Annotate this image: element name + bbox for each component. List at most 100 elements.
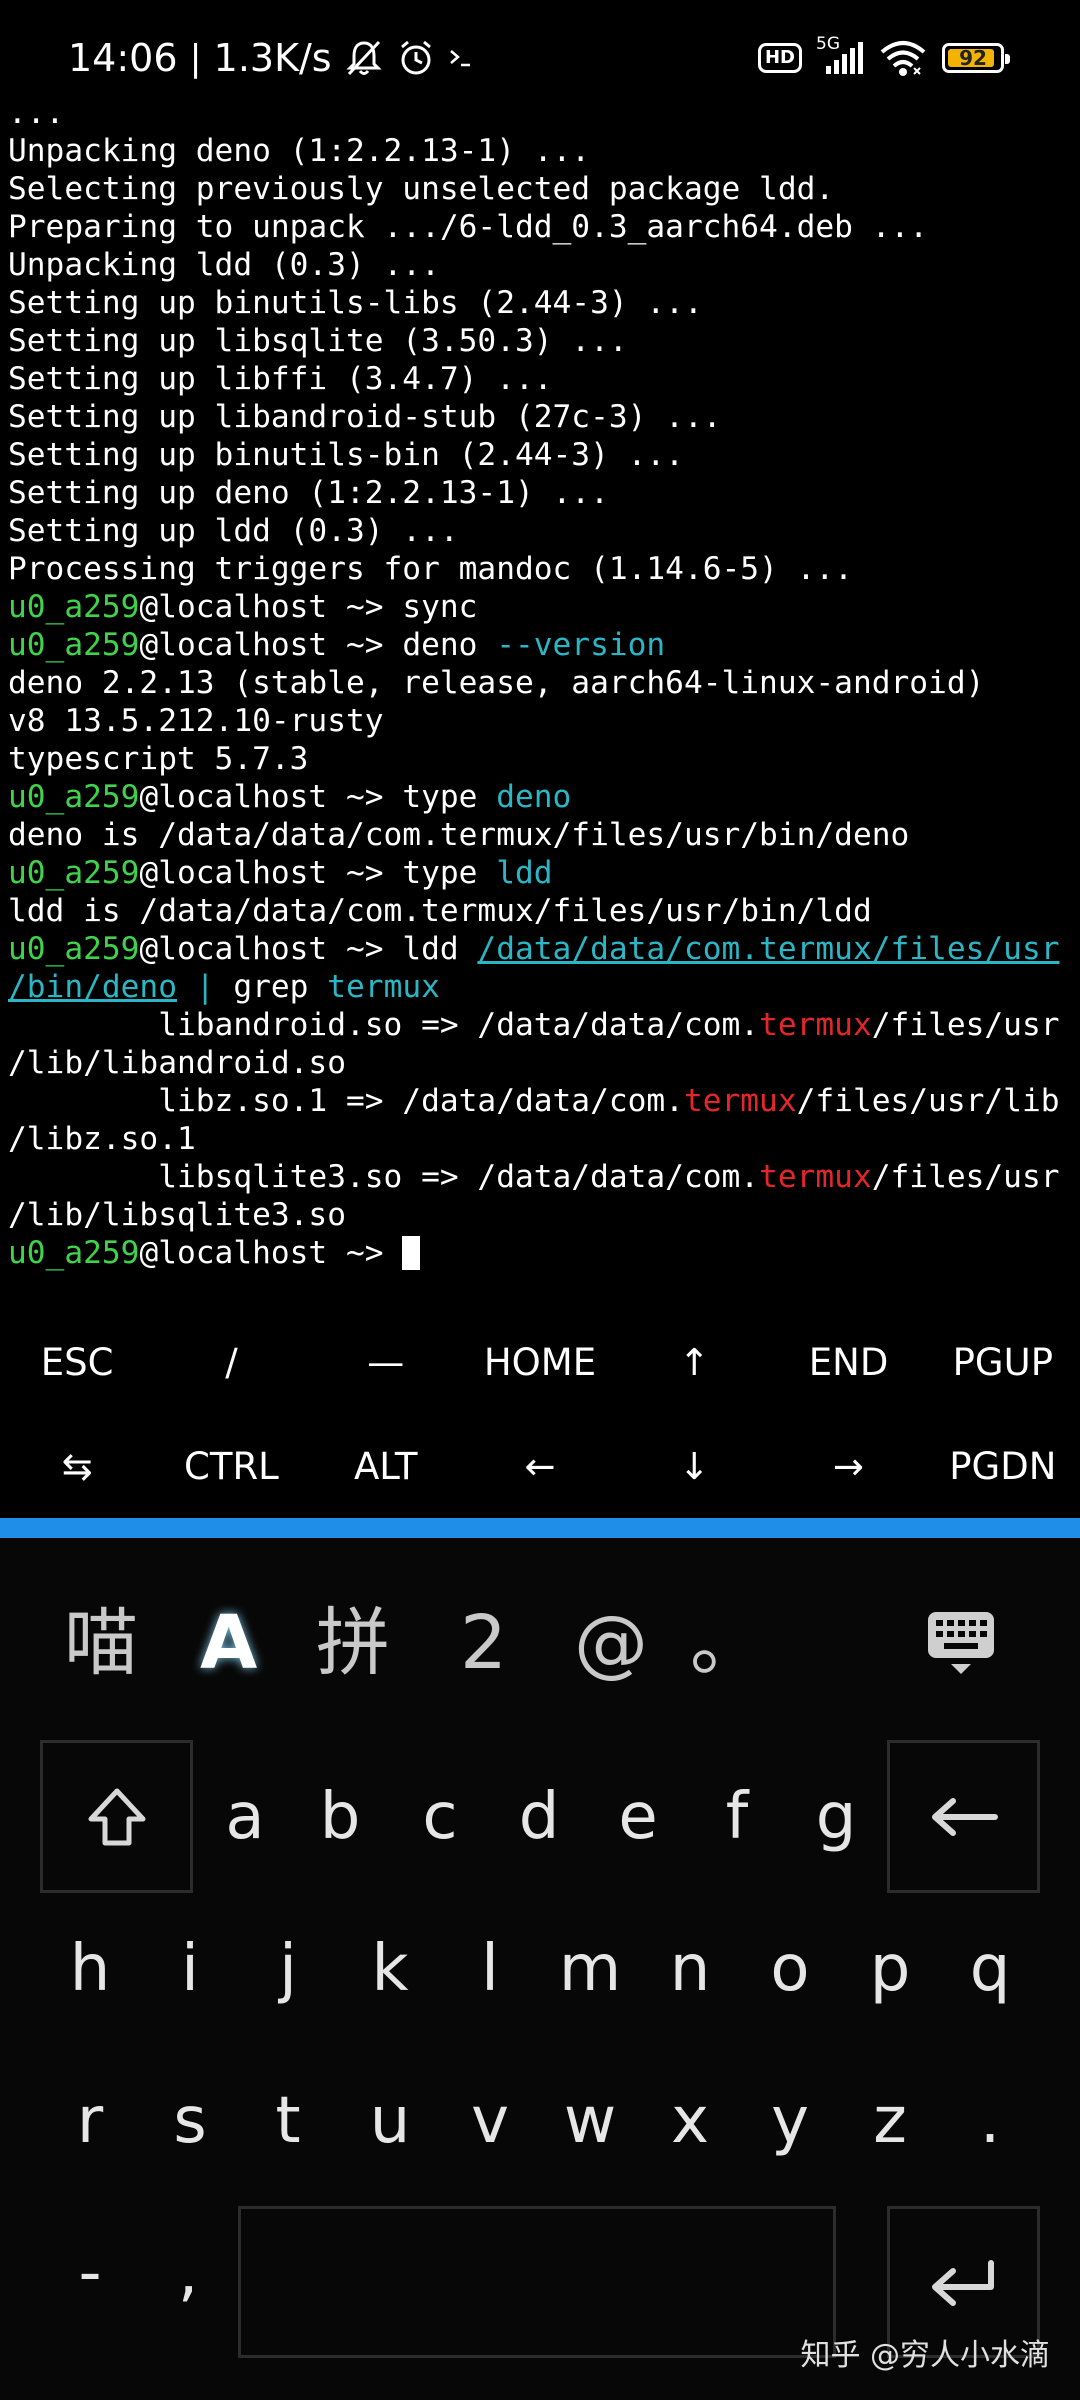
terminal-prompt-line: u0_a259@localhost ~> type deno — [8, 779, 572, 815]
terminal-line: /libz.so.1 — [8, 1121, 196, 1157]
terminal-line: Preparing to unpack .../6-ldd_0.3_aarch6… — [8, 209, 929, 245]
prompt-user: u0_a259 — [8, 1235, 140, 1271]
key-h[interactable]: h — [50, 1894, 130, 2044]
down-arrow-key[interactable]: ↓ — [617, 1414, 771, 1518]
terminal-line: /lib/libsqlite3.so — [8, 1197, 346, 1233]
key-z[interactable]: z — [850, 2046, 930, 2196]
key-f[interactable]: f — [697, 1740, 777, 1893]
ime-mode-meow[interactable]: 喵 — [64, 1598, 138, 1688]
key-r[interactable]: r — [50, 2046, 130, 2196]
keyboard-divider — [0, 1518, 1080, 1538]
space-key[interactable] — [238, 2206, 836, 2358]
left-arrow-key[interactable]: ← — [463, 1414, 617, 1518]
up-arrow-key[interactable]: ↑ — [617, 1310, 771, 1414]
key-e[interactable]: e — [598, 1740, 678, 1893]
prompt-user: u0_a259 — [8, 779, 140, 815]
slash-key[interactable]: / — [154, 1310, 308, 1414]
keyboard-hide-icon[interactable] — [926, 1610, 996, 1680]
key-v[interactable]: v — [450, 2046, 530, 2196]
key-j[interactable]: j — [248, 1894, 328, 2044]
key-hyphen[interactable]: - — [50, 2198, 130, 2348]
ime-mode-punct[interactable]: 。 — [690, 1598, 764, 1688]
net-speed: 1.3K/s — [213, 36, 332, 80]
backspace-icon — [931, 1797, 998, 1836]
home-key[interactable]: HOME — [463, 1310, 617, 1414]
prompt-user: u0_a259 — [8, 589, 140, 625]
prompt-host: @localhost ~> — [139, 1235, 403, 1271]
prompt-user: u0_a259 — [8, 931, 140, 967]
terminal-line: libz.so.1 => /data/data/com.termux/files… — [8, 1083, 1060, 1119]
wifi-icon — [880, 41, 926, 76]
end-key[interactable]: END — [771, 1310, 925, 1414]
key-w[interactable]: w — [550, 2046, 630, 2196]
watermark: 知乎 @穷人小水滴 — [800, 2338, 1050, 2373]
battery-icon: 92 — [942, 43, 1010, 73]
battery-level: 92 — [959, 46, 987, 70]
key-g[interactable]: g — [796, 1740, 876, 1893]
key-l[interactable]: l — [450, 1894, 530, 2044]
pgdn-key[interactable]: PGDN — [926, 1414, 1080, 1518]
key-i[interactable]: i — [150, 1894, 230, 2044]
terminal-line: Setting up deno (1:2.2.13-1) ... — [8, 475, 609, 511]
key-o[interactable]: o — [750, 1894, 830, 2044]
terminal-prompt-line: u0_a259@localhost ~> ldd /data/data/com.… — [8, 931, 1060, 967]
key-x[interactable]: x — [650, 2046, 730, 2196]
key-b[interactable]: b — [300, 1740, 380, 1893]
key-d[interactable]: d — [499, 1740, 579, 1893]
key-a[interactable]: a — [205, 1740, 285, 1893]
right-arrow-key[interactable]: → — [771, 1414, 925, 1518]
hd-badge: HD — [757, 43, 802, 73]
terminal-prompt-line: u0_a259@localhost ~> — [8, 1234, 1080, 1272]
alt-key[interactable]: ALT — [309, 1414, 463, 1518]
backspace-key[interactable] — [887, 1740, 1040, 1893]
clock: 14:06 — [68, 36, 178, 80]
key-period[interactable]: . — [950, 2046, 1030, 2196]
path-link[interactable]: /data/data/com.termux/files/usr — [477, 931, 1059, 967]
key-m[interactable]: m — [550, 1894, 630, 2044]
prompt-host: @localhost ~> — [139, 931, 403, 967]
key-n[interactable]: n — [650, 1894, 730, 2044]
terminal-line: /lib/libandroid.so — [8, 1045, 346, 1081]
pgup-key[interactable]: PGUP — [926, 1310, 1080, 1414]
shift-arrow-icon — [88, 1788, 145, 1845]
key-p[interactable]: p — [850, 1894, 930, 2044]
tab-key[interactable]: ⇆ — [0, 1414, 154, 1518]
key-t[interactable]: t — [248, 2046, 328, 2196]
terminal-line: Processing triggers for mandoc (1.14.6-5… — [8, 551, 853, 587]
ime-mode-english[interactable]: A — [200, 1598, 257, 1688]
esc-key[interactable]: ESC — [0, 1310, 154, 1414]
terminal-line: libsqlite3.so => /data/data/com.termux/f… — [8, 1159, 1060, 1195]
ime-mode-number[interactable]: 2 — [460, 1598, 507, 1688]
key-u[interactable]: u — [350, 2046, 430, 2196]
terminal-prompt-line: u0_a259@localhost ~> sync — [8, 589, 478, 625]
terminal-line: libandroid.so => /data/data/com.termux/f… — [8, 1007, 1060, 1043]
terminal-line: Setting up libffi (3.4.7) ... — [8, 361, 553, 397]
separator: | — [189, 37, 202, 79]
key-s[interactable]: s — [150, 2046, 230, 2196]
path-link[interactable]: /bin/deno — [8, 969, 177, 1005]
terminal-line: Selecting previously unselected package … — [8, 171, 835, 207]
dash-key[interactable]: — — [309, 1310, 463, 1414]
shift-key[interactable] — [40, 1740, 193, 1893]
terminal-line: deno 2.2.13 (stable, release, aarch64-li… — [8, 665, 985, 701]
prompt-host: @localhost ~> — [139, 855, 403, 891]
terminal-line: Unpacking ldd (0.3) ... — [8, 247, 440, 283]
key-comma[interactable]: , — [148, 2198, 228, 2348]
ime-mode-symbol[interactable]: @ — [574, 1598, 648, 1688]
key-c[interactable]: c — [400, 1740, 480, 1893]
extra-keys-bar: ESC / — HOME ↑ END PGUP ⇆ CTRL ALT ← ↓ →… — [0, 1310, 1080, 1518]
terminal-line: Setting up binutils-bin (2.44-3) ... — [8, 437, 684, 473]
key-k[interactable]: k — [350, 1894, 430, 2044]
terminal-output[interactable]: ... Unpacking deno (1:2.2.13-1) ... Sele… — [8, 94, 1080, 1272]
prompt-host: @localhost ~> — [139, 627, 403, 663]
enter-icon — [931, 2260, 994, 2306]
terminal-prompt-icon — [449, 50, 470, 67]
terminal-line: Setting up ldd (0.3) ... — [8, 513, 459, 549]
key-y[interactable]: y — [750, 2046, 830, 2196]
ime-mode-pinyin[interactable]: 拼 — [316, 1598, 390, 1688]
key-q[interactable]: q — [950, 1894, 1030, 2044]
terminal-prompt-line: u0_a259@localhost ~> type ldd — [8, 855, 553, 891]
terminal-line: Setting up libsqlite (3.50.3) ... — [8, 323, 628, 359]
prompt-user: u0_a259 — [8, 855, 140, 891]
ctrl-key[interactable]: CTRL — [154, 1414, 308, 1518]
